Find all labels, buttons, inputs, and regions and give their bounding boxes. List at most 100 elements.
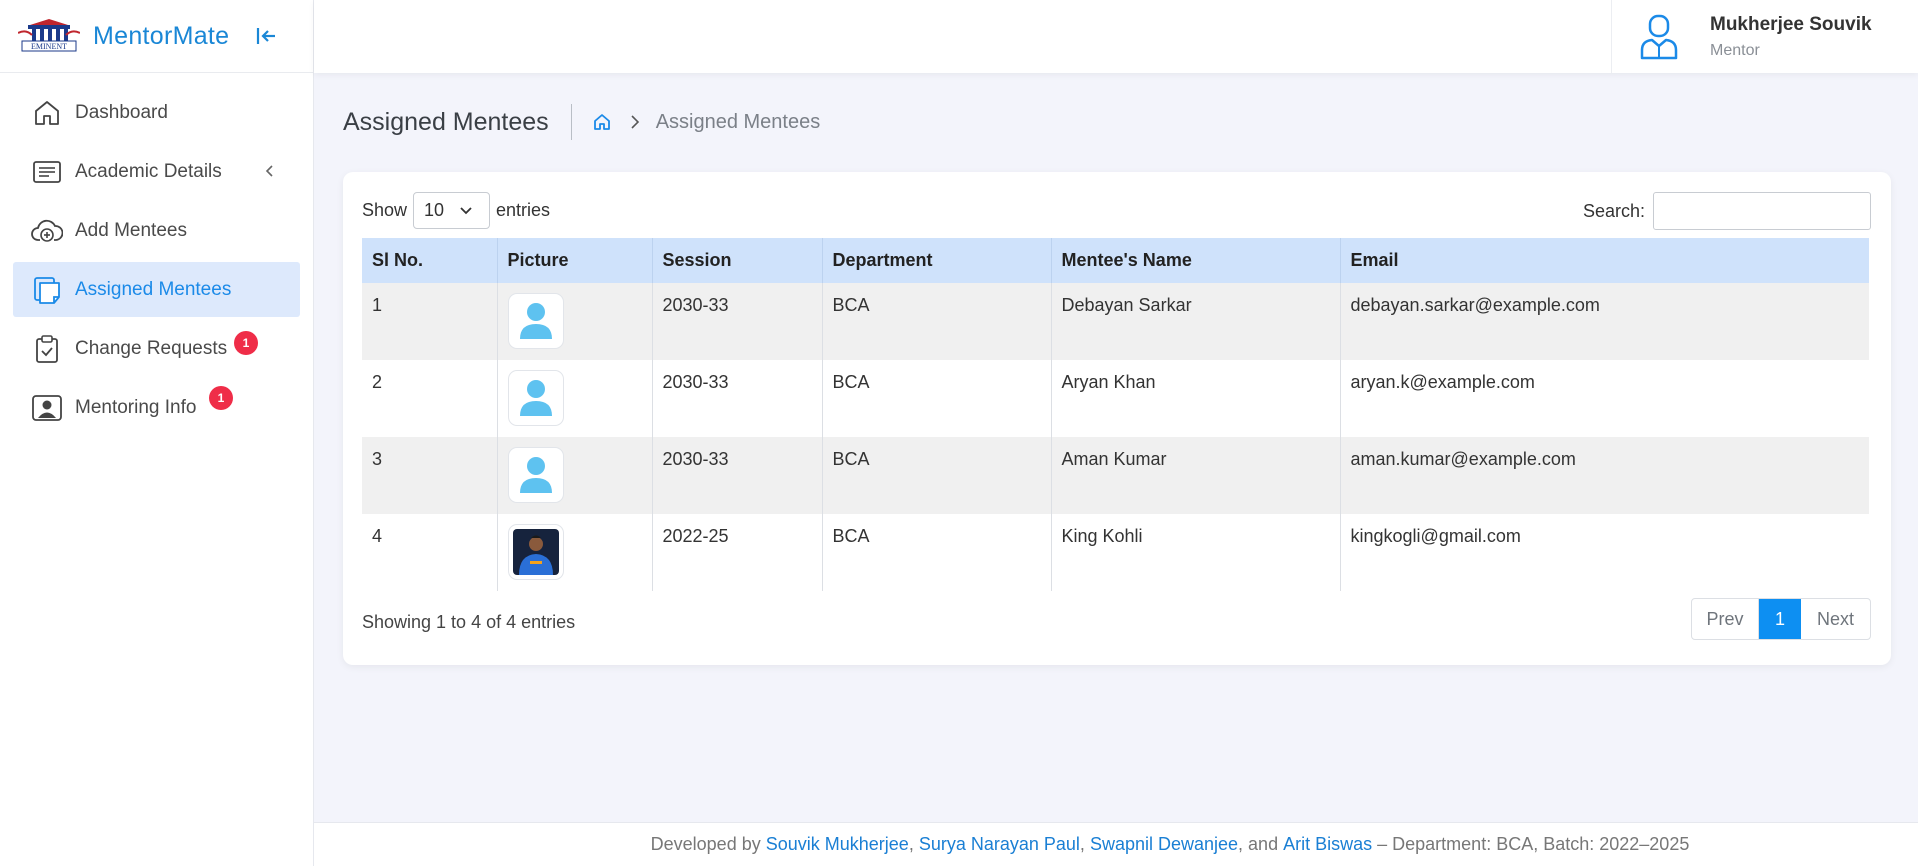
cell-sl: 4	[372, 526, 383, 546]
cell-picture	[496, 437, 652, 514]
user-info: Mukherjee Souvik Mentor	[1710, 14, 1872, 60]
entries-label: entries	[496, 200, 551, 220]
cell-department: BCA	[821, 514, 1051, 591]
notification-badge: 1	[209, 386, 233, 410]
home-icon	[31, 97, 63, 129]
sidebar-item-mentoring-info[interactable]: Mentoring Info 1	[13, 380, 300, 435]
breadcrumb-current: Assigned Mentees	[655, 110, 821, 133]
cell-sl: 2	[372, 372, 383, 392]
column-header[interactable]: Mentee's Name	[1050, 238, 1340, 283]
collapse-sidebar-icon[interactable]	[254, 24, 278, 48]
cell-name: King Kohli	[1050, 514, 1340, 591]
sidebar-item-label: Dashboard	[75, 101, 168, 123]
cell-email: aryan.k@example.com	[1339, 360, 1869, 437]
user-name: Mukherjee Souvik	[1710, 13, 1872, 35]
sidebar-item-assigned-mentees[interactable]: Assigned Mentees	[13, 262, 300, 317]
sidebar-nav: Dashboard Academic Details Add Mentees A…	[0, 73, 313, 451]
title-divider	[570, 104, 572, 140]
cell-department: BCA	[821, 437, 1051, 514]
pagination: Prev 1 Next	[1691, 598, 1871, 640]
cell-session: 2022-25	[651, 514, 822, 591]
svg-text:EMINENT: EMINENT	[31, 42, 67, 51]
sidebar-item-label: Mentoring Info	[75, 396, 197, 418]
sidebar-item-label: Add Mentees	[75, 219, 187, 241]
page-size-select[interactable]: 10	[413, 192, 491, 229]
developer-link[interactable]: Souvik Mukherjee	[766, 834, 909, 855]
cell-name: Debayan Sarkar	[1050, 283, 1340, 360]
sidebar-item-academic-details[interactable]: Academic Details	[13, 144, 300, 199]
footer-and: and	[1248, 834, 1279, 854]
next-page-button[interactable]: Next	[1801, 599, 1870, 639]
cell-sl: 1	[372, 295, 383, 315]
table-info: Showing 1 to 4 of 4 entries	[362, 612, 576, 632]
page-1-button[interactable]: 1	[1759, 599, 1801, 639]
home-icon[interactable]	[592, 112, 612, 132]
person-card-icon	[31, 392, 63, 424]
cell-department: BCA	[821, 283, 1051, 360]
developer-link[interactable]: Surya Narayan Paul	[919, 834, 1080, 855]
page-size-value: 10	[424, 200, 445, 220]
cell-picture	[496, 283, 652, 360]
table-row: 1 2030-33 BCA Debayan Sarkar debayan.sar…	[362, 283, 1869, 360]
mentees-table-card: Show 10 entries Search: Sl No. Picture S…	[343, 172, 1891, 665]
user-menu[interactable]: Mukherjee Souvik Mentor	[1611, 0, 1918, 73]
footer-prefix: Developed by	[650, 834, 761, 854]
prev-page-button[interactable]: Prev	[1692, 599, 1759, 639]
user-avatar-icon	[1640, 14, 1678, 59]
cell-picture	[496, 360, 652, 437]
mentees-table: Sl No. Picture Session Department Mentee…	[362, 238, 1869, 591]
column-header[interactable]: Session	[651, 238, 822, 283]
developer-link[interactable]: Arit Biswas	[1283, 834, 1372, 855]
entries-length-control: Show 10 entries	[362, 192, 550, 229]
column-header[interactable]: Picture	[496, 238, 652, 283]
cell-email: aman.kumar@example.com	[1339, 437, 1869, 514]
sidebar: EMINENT MentorMate Dashboard Academic De…	[0, 0, 314, 866]
cell-session: 2030-33	[651, 437, 822, 514]
table-header-row: Sl No. Picture Session Department Mentee…	[362, 238, 1869, 283]
cell-name: Aryan Khan	[1050, 360, 1340, 437]
developer-link[interactable]: Swapnil Dewanjee	[1090, 834, 1238, 855]
page-title: Assigned Mentees	[343, 107, 549, 136]
table-row: 4 2022-25 BCA King Kohli kingkogli@gmail…	[362, 514, 1869, 591]
cloud-upload-icon	[31, 215, 63, 247]
user-role: Mentor	[1710, 41, 1760, 59]
column-header[interactable]: Email	[1339, 238, 1869, 283]
chevron-right-icon	[631, 115, 639, 129]
default-avatar-icon	[507, 447, 564, 503]
document-list-icon	[31, 156, 63, 188]
cell-picture	[496, 514, 652, 591]
table-row: 2 2030-33 BCA Aryan Khan aryan.k@example…	[362, 360, 1869, 437]
search-input[interactable]	[1653, 192, 1871, 230]
sidebar-item-label: Assigned Mentees	[75, 278, 232, 300]
sidebar-item-change-requests[interactable]: Change Requests 1	[13, 321, 300, 376]
footer-suffix: – Department: BCA, Batch: 2022–2025	[1377, 834, 1690, 854]
column-header[interactable]: Department	[821, 238, 1051, 283]
top-header: Mukherjee Souvik Mentor	[314, 0, 1918, 73]
cell-email: kingkogli@gmail.com	[1339, 514, 1869, 591]
app-name: MentorMate	[93, 21, 230, 50]
cell-name: Aman Kumar	[1050, 437, 1340, 514]
brand: EMINENT MentorMate	[0, 0, 313, 73]
chevron-left-icon	[265, 165, 273, 177]
clipboard-check-icon	[31, 333, 63, 365]
search-label: Search:	[1582, 200, 1645, 221]
column-header[interactable]: Sl No.	[362, 238, 497, 283]
sidebar-item-label: Academic Details	[75, 160, 222, 182]
table-search: Search:	[1583, 192, 1871, 230]
cell-department: BCA	[821, 360, 1051, 437]
chevron-down-icon	[460, 207, 472, 215]
table-row: 3 2030-33 BCA Aman Kumar aman.kumar@exam…	[362, 437, 1869, 514]
eminent-logo: EMINENT	[18, 19, 80, 52]
sidebar-item-dashboard[interactable]: Dashboard	[13, 85, 300, 140]
notification-badge: 1	[234, 331, 258, 355]
show-label: Show	[362, 200, 408, 220]
page-header: Assigned Mentees Assigned Mentees	[343, 104, 820, 140]
sidebar-item-label: Change Requests	[75, 337, 228, 359]
stacked-pages-icon	[31, 274, 63, 306]
default-avatar-icon	[507, 293, 564, 349]
footer: Developed by Souvik Mukherjee, Surya Nar…	[314, 822, 1918, 866]
cell-sl: 3	[372, 449, 383, 469]
cell-session: 2030-33	[651, 360, 822, 437]
sidebar-item-add-mentees[interactable]: Add Mentees	[13, 203, 300, 258]
cell-email: debayan.sarkar@example.com	[1339, 283, 1869, 360]
